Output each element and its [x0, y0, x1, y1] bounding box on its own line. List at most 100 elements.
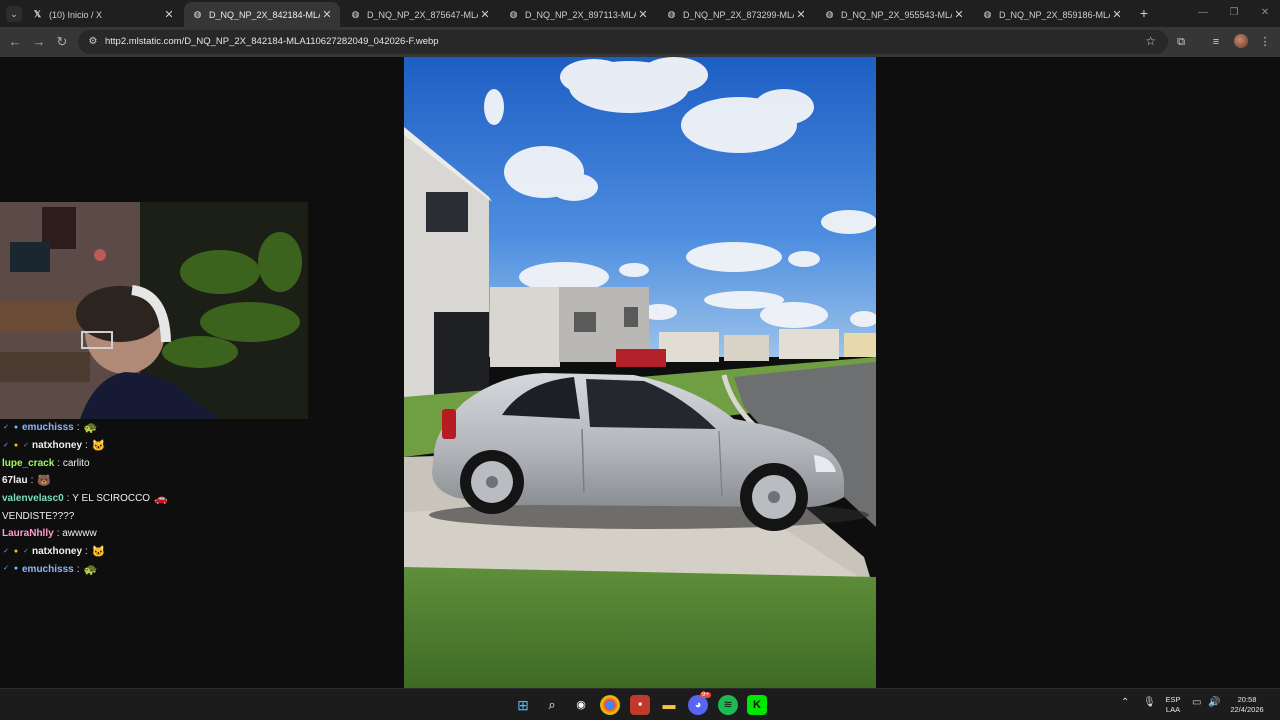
- bear-emote-icon: 🐻: [37, 475, 52, 488]
- car-emote-icon: 🚗: [154, 493, 168, 506]
- chat-username[interactable]: emuchisss: [22, 564, 74, 575]
- volume-icon[interactable]: 🔊: [1208, 697, 1220, 708]
- chat-colon: :: [85, 440, 88, 452]
- tab-title: D_NQ_NP_2X_842184-MLA110: [209, 9, 320, 20]
- spotify-icon[interactable]: ≋: [718, 695, 738, 715]
- verified-badge-icon: ✓: [3, 441, 9, 449]
- chat-message: ✓ ● ✓ natxhoney: 🐱: [0, 437, 310, 455]
- clock-date: 22/4/2026: [1230, 705, 1264, 714]
- show-hidden-icons-chevron-icon[interactable]: ⌃: [1121, 697, 1129, 708]
- chat-username[interactable]: valenvelasc0: [2, 493, 64, 504]
- chat-username[interactable]: lupe_crack: [2, 458, 54, 469]
- chat-text: Y EL SCIROCCO: [72, 493, 151, 505]
- close-icon[interactable]: ✕: [162, 8, 176, 21]
- search-icon[interactable]: ⌕: [542, 695, 562, 715]
- new-tab-plus-icon[interactable]: +: [1136, 5, 1152, 21]
- tab-search-chevron-icon[interactable]: ⌄: [6, 6, 22, 22]
- cat-emote-icon: 🐱: [91, 546, 106, 559]
- microphone-icon[interactable]: 🎙: [1143, 697, 1156, 708]
- chrome-icon[interactable]: [600, 695, 620, 715]
- chat-colon: :: [85, 546, 88, 558]
- tab-x-home[interactable]: 𝕏 (10) Inicio / X ✕: [24, 2, 182, 27]
- globe-icon: ◍: [351, 9, 360, 19]
- turtle-emote-icon: 🐢: [83, 422, 98, 435]
- sub-badge-icon: ●: [13, 565, 19, 573]
- app-icon[interactable]: ■: [630, 695, 650, 715]
- chat-message: valenvelasc0: Y EL SCIROCCO 🚗: [0, 490, 310, 508]
- sub-badge-icon: ●: [13, 547, 19, 555]
- chat-text: VENDISTE????: [2, 510, 75, 522]
- close-icon[interactable]: ✕: [952, 8, 966, 21]
- verified-badge-icon: ✓: [23, 547, 29, 555]
- reload-icon[interactable]: ↻: [54, 34, 70, 50]
- x-logo-icon: 𝕏: [33, 9, 42, 19]
- clock[interactable]: 20:58 22/4/2026: [1226, 695, 1268, 715]
- tab-image[interactable]: ◍ D_NQ_NP_2X_859186-MLA110 ✕: [974, 2, 1130, 27]
- forward-arrow-icon[interactable]: →: [31, 34, 47, 50]
- chat-text: awwww: [62, 528, 97, 540]
- close-icon[interactable]: ✕: [478, 8, 492, 21]
- site-info-icon[interactable]: ⚙: [86, 35, 100, 49]
- profile-avatar[interactable]: [1234, 34, 1248, 48]
- tab-image[interactable]: ◍ D_NQ_NP_2X_873299-MLA109 ✕: [658, 2, 814, 27]
- globe-icon: ◍: [825, 9, 834, 19]
- stream-chat: ✓ ● emuchisss: 🐢 ✓ ● ✓ natxhoney: 🐱 lupe…: [0, 419, 310, 578]
- extensions-puzzle-icon[interactable]: ⧉: [1173, 34, 1189, 50]
- chat-message: 67lau: 🐻: [0, 472, 310, 490]
- chat-username[interactable]: natxhoney: [32, 440, 82, 451]
- sub-badge-icon: ●: [13, 441, 19, 449]
- tab-title: D_NQ_NP_2X_897113-MLA109: [525, 9, 636, 20]
- close-icon[interactable]: ✕: [636, 8, 650, 21]
- file-explorer-icon[interactable]: ▬: [659, 695, 679, 715]
- tab-title: D_NQ_NP_2X_859186-MLA110: [999, 9, 1110, 20]
- address-bar[interactable]: ⚙ http2.mlstatic.com/D_NQ_NP_2X_842184-M…: [78, 30, 1168, 54]
- menu-kebab-icon[interactable]: ⋮: [1257, 34, 1273, 50]
- browser-toolbar: ← → ↻ ⚙ http2.mlstatic.com/D_NQ_NP_2X_84…: [0, 27, 1280, 57]
- globe-icon: ◍: [983, 9, 992, 19]
- chat-message: ✓ ● ✓ natxhoney: 🐱: [0, 543, 310, 561]
- tab-strip: ⌄ 𝕏 (10) Inicio / X ✕ ◍ D_NQ_NP_2X_84218…: [0, 0, 1280, 27]
- back-arrow-icon[interactable]: ←: [7, 34, 23, 50]
- chat-username[interactable]: natxhoney: [32, 546, 82, 557]
- tab-title: D_NQ_NP_2X_873299-MLA109: [683, 9, 794, 20]
- close-icon[interactable]: ✕: [1110, 8, 1124, 21]
- verified-badge-icon: ✓: [3, 565, 9, 573]
- cat-emote-icon: 🐱: [91, 440, 106, 453]
- tab-image-active[interactable]: ◍ D_NQ_NP_2X_842184-MLA110 ✕: [184, 2, 340, 27]
- chat-message: ✓ ● emuchisss: 🐢: [0, 419, 310, 437]
- tab-image[interactable]: ◍ D_NQ_NP_2X_875647-MLA109 ✕: [342, 2, 498, 27]
- verified-badge-icon: ✓: [3, 423, 9, 431]
- verified-badge-icon: ✓: [23, 441, 29, 449]
- windows-start-icon[interactable]: ⊞: [513, 695, 533, 715]
- bookmark-star-icon[interactable]: ☆: [1145, 34, 1156, 48]
- tab-image[interactable]: ◍ D_NQ_NP_2X_897113-MLA109 ✕: [500, 2, 656, 27]
- chat-colon: :: [30, 475, 34, 487]
- verified-badge-icon: ✓: [3, 547, 9, 555]
- kick-icon[interactable]: K: [747, 695, 767, 715]
- window-close-icon[interactable]: ✕: [1250, 5, 1280, 21]
- restore-icon[interactable]: ❐: [1219, 5, 1249, 21]
- clock-time: 20:58: [1237, 695, 1257, 704]
- chat-username[interactable]: 67lau: [2, 475, 28, 486]
- globe-icon: ◍: [667, 9, 676, 19]
- displayed-image: [404, 57, 876, 688]
- input-language-indicator[interactable]: ESP LAA: [1162, 695, 1184, 715]
- chat-text: carlito: [62, 457, 90, 469]
- minimize-icon[interactable]: —: [1188, 5, 1218, 21]
- chat-username[interactable]: LauraNhlly: [2, 528, 54, 539]
- chat-message: VENDISTE????: [0, 507, 310, 525]
- page-viewport: ✓ ● emuchisss: 🐢 ✓ ● ✓ natxhoney: 🐱 lupe…: [0, 57, 1280, 688]
- close-icon[interactable]: ✕: [794, 8, 808, 21]
- tab-title: (10) Inicio / X: [49, 9, 103, 20]
- turtle-emote-icon: 🐢: [83, 563, 98, 576]
- network-icon[interactable]: ▭: [1192, 697, 1201, 708]
- obs-icon[interactable]: ◉: [571, 695, 591, 715]
- url-text[interactable]: http2.mlstatic.com/D_NQ_NP_2X_842184-MLA…: [105, 36, 439, 47]
- close-icon[interactable]: ✕: [320, 8, 334, 21]
- media-controls-icon[interactable]: ≡: [1208, 34, 1224, 50]
- discord-icon[interactable]: ◕: [688, 695, 708, 715]
- tab-image[interactable]: ◍ D_NQ_NP_2X_955543-MLA110 ✕: [816, 2, 972, 27]
- chat-colon: :: [57, 457, 61, 469]
- chat-username[interactable]: emuchisss: [22, 422, 74, 433]
- globe-icon: ◍: [193, 9, 202, 19]
